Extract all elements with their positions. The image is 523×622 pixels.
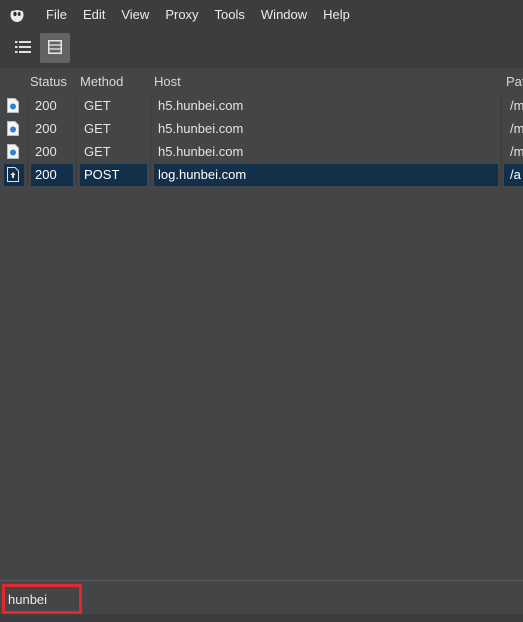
list-icon <box>15 40 31 57</box>
menu-help[interactable]: Help <box>315 0 358 30</box>
menu-file[interactable]: File <box>38 0 75 30</box>
menu-proxy[interactable]: Proxy <box>157 0 206 30</box>
menu-tools[interactable]: Tools <box>207 0 253 30</box>
sequence-view-button[interactable] <box>40 33 70 63</box>
table-row-selected[interactable]: 200 POST log.hunbei.com /a <box>0 164 523 186</box>
column-separator <box>76 94 77 186</box>
menu-window[interactable]: Window <box>253 0 315 30</box>
table-header: Status Method Host Pat <box>0 70 523 94</box>
path-cell: /a <box>510 167 521 182</box>
upload-document-icon <box>7 167 19 185</box>
path-cell: /m <box>510 121 523 136</box>
host-cell: log.hunbei.com <box>158 167 247 182</box>
host-cell: h5.hunbei.com <box>158 121 244 136</box>
sequence-table: Status Method Host Pat 200 GET h5.hunbei… <box>0 70 523 580</box>
menu-bar: File Edit View Proxy Tools Window Help <box>0 0 523 30</box>
menu-edit[interactable]: Edit <box>75 0 113 30</box>
charles-logo-icon <box>6 4 28 26</box>
column-separator <box>27 94 28 186</box>
structure-view-button[interactable] <box>8 33 38 63</box>
status-cell: 200 <box>35 144 57 159</box>
column-header-path[interactable]: Pat <box>506 70 523 94</box>
status-cell: 200 <box>35 121 57 136</box>
column-header-method[interactable]: Method <box>80 70 150 94</box>
column-header-host[interactable]: Host <box>154 70 494 94</box>
document-icon <box>7 144 19 162</box>
column-header-status[interactable]: Status <box>30 70 76 94</box>
sequence-icon <box>48 39 62 57</box>
column-separator <box>501 94 502 186</box>
host-cell: h5.hunbei.com <box>158 98 244 113</box>
method-cell: GET <box>84 98 111 113</box>
host-cell: h5.hunbei.com <box>158 144 244 159</box>
table-row[interactable]: 200 GET h5.hunbei.com /m <box>0 141 523 163</box>
method-cell: GET <box>84 121 111 136</box>
filter-bar <box>0 580 523 615</box>
path-cell: /m <box>510 144 523 159</box>
document-icon <box>7 98 19 116</box>
method-cell: POST <box>84 167 120 182</box>
menu-view[interactable]: View <box>113 0 157 30</box>
column-separator <box>150 94 151 186</box>
document-icon <box>7 121 19 139</box>
path-cell: /m <box>510 98 523 113</box>
status-cell: 200 <box>35 167 57 182</box>
table-row[interactable]: 200 GET h5.hunbei.com /m <box>0 118 523 140</box>
status-bar <box>0 614 523 622</box>
table-row[interactable]: 200 GET h5.hunbei.com /m <box>0 95 523 117</box>
status-cell: 200 <box>35 98 57 113</box>
toolbar <box>0 30 523 68</box>
method-cell: GET <box>84 144 111 159</box>
filter-input[interactable] <box>2 584 82 614</box>
